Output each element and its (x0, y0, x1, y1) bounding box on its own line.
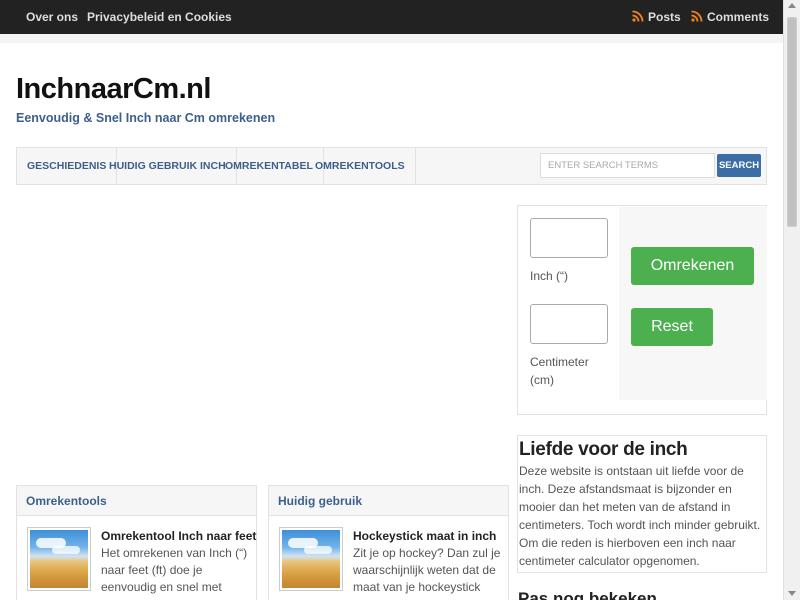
site-title[interactable]: InchnaarCm.nl (16, 73, 211, 106)
scrollbar[interactable] (783, 0, 800, 600)
card-huidig-gebruik: Huidig gebruik Hockeystick maat in inch … (268, 485, 509, 600)
post-excerpt: Zit je op hockey? Dan zul je waarschijnl… (353, 546, 501, 594)
calculator-inputs: Inch (“) Centimeter (cm) (519, 207, 619, 400)
card-heading[interactable]: Huidig gebruik (269, 486, 508, 516)
inch-input[interactable] (530, 218, 608, 258)
scroll-up-arrow-icon[interactable] (788, 3, 796, 8)
rss-icon (691, 10, 703, 22)
scroll-down-arrow-icon[interactable] (788, 591, 796, 596)
feed-link-comments[interactable]: Comments (691, 10, 769, 24)
centimeter-label: Centimeter (cm) (530, 355, 589, 387)
main-navigation: GESCHIEDENIS HUIDIG GEBRUIK INCH OMREKEN… (16, 147, 767, 185)
desert-image (282, 530, 340, 588)
rss-icon (632, 10, 644, 22)
reset-button[interactable]: Reset (631, 308, 713, 346)
recently-viewed-title: Pas nog bekeken (518, 589, 657, 600)
post-excerpt: Het omrekenen van Inch (“) naar feet (ft… (101, 546, 248, 594)
post-title[interactable]: Hockeystick maat in inch (353, 529, 496, 543)
post-title[interactable]: Omrekentool Inch naar feet (101, 529, 256, 543)
topbar-link-privacy[interactable]: Privacybeleid en Cookies (87, 10, 232, 24)
feed-label-comments: Comments (707, 10, 770, 24)
feed-label-posts: Posts (648, 10, 681, 24)
card-omrekentools: Omrekentools Omrekentool Inch naar feet … (16, 485, 257, 600)
love-box-text: Deze website is ontstaan uit liefde voor… (519, 464, 761, 568)
search-button[interactable]: SEARCH (717, 154, 761, 177)
post-thumbnail[interactable] (279, 527, 343, 591)
centimeter-input[interactable] (530, 304, 608, 344)
love-box-title: Liefde voor de inch (519, 439, 688, 460)
top-bar: Over ons Privacybeleid en Cookies Posts … (0, 0, 783, 34)
love-for-inch-box: Liefde voor de inch Deze website is onts… (517, 435, 767, 573)
feed-link-posts[interactable]: Posts (632, 10, 681, 24)
inch-calculator: Inch (“) Centimeter (cm) Omrekenen Reset (517, 205, 767, 415)
recently-viewed-box: Pas nog bekeken (517, 589, 767, 600)
post-thumbnail[interactable] (27, 527, 91, 591)
page-content: InchnaarCm.nl Eenvoudig & Snel Inch naar… (0, 43, 783, 600)
search-input[interactable]: ENTER SEARCH TERMS (540, 153, 715, 178)
calculator-panel: Inch (“) Centimeter (cm) Omrekenen Reset (519, 207, 767, 400)
convert-button[interactable]: Omrekenen (631, 247, 754, 285)
inch-label: Inch (“) (530, 269, 569, 283)
scrollbar-thumb[interactable] (787, 17, 797, 227)
desert-image (30, 530, 88, 588)
card-heading[interactable]: Omrekentools (17, 486, 256, 516)
nav-item-omrekentools[interactable]: OMREKENTOOLS (305, 148, 416, 184)
topbar-link-over-ons[interactable]: Over ons (26, 10, 78, 24)
site-tagline: Eenvoudig & Snel Inch naar Cm omrekenen (16, 111, 276, 125)
